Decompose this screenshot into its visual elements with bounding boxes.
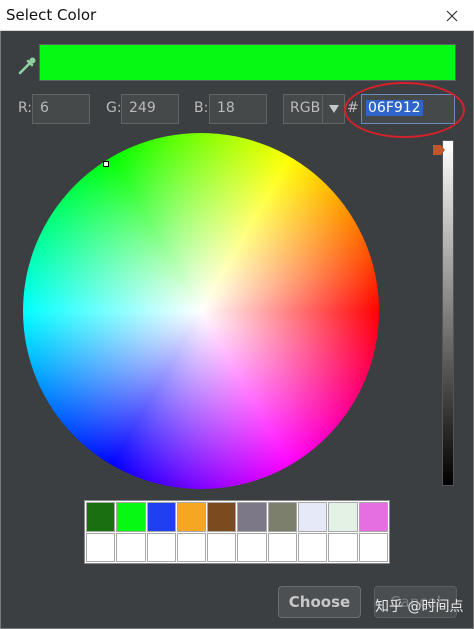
color-swatch[interactable] xyxy=(237,502,267,532)
recent-colors-palette xyxy=(84,500,390,564)
red-field[interactable]: 6 xyxy=(32,94,90,124)
color-swatch[interactable] xyxy=(207,532,237,562)
color-swatch[interactable] xyxy=(267,502,298,532)
color-swatch[interactable] xyxy=(146,502,176,532)
blue-label: B: xyxy=(194,100,209,116)
green-label: G: xyxy=(106,100,122,116)
eyedropper-button[interactable] xyxy=(15,54,39,78)
color-swatch[interactable] xyxy=(207,502,237,532)
color-swatch[interactable] xyxy=(116,532,146,562)
brightness-slider[interactable] xyxy=(442,140,454,486)
color-swatch[interactable] xyxy=(146,532,176,562)
watermark: 知乎 @时间点 xyxy=(375,599,464,615)
wheel-cursor[interactable] xyxy=(103,161,109,167)
color-swatch[interactable] xyxy=(176,502,207,532)
color-wheel[interactable] xyxy=(23,133,379,489)
color-mode-dropdown[interactable] xyxy=(322,95,344,123)
color-swatch[interactable] xyxy=(86,532,116,562)
color-swatch[interactable] xyxy=(267,532,298,562)
color-preview xyxy=(39,44,456,81)
green-field[interactable]: 249 xyxy=(121,94,179,124)
color-swatch[interactable] xyxy=(116,502,146,532)
color-mode-value: RGB xyxy=(290,100,321,116)
color-swatch[interactable] xyxy=(328,502,358,532)
hex-prefix: # xyxy=(347,100,359,116)
color-swatch[interactable] xyxy=(298,532,328,562)
color-swatch[interactable] xyxy=(86,502,116,532)
blue-field[interactable]: 18 xyxy=(209,94,267,124)
triangle-down-icon xyxy=(328,105,339,113)
color-swatch[interactable] xyxy=(328,532,358,562)
hex-field[interactable]: 06F912 xyxy=(361,94,455,124)
eyedropper-icon xyxy=(18,57,36,75)
brightness-thumb-icon xyxy=(433,145,445,155)
brightness-thumb[interactable] xyxy=(433,141,445,155)
color-swatch[interactable] xyxy=(298,502,328,532)
red-label: R: xyxy=(18,100,33,116)
color-mode-select[interactable]: RGB xyxy=(283,94,345,124)
color-swatch[interactable] xyxy=(358,532,388,562)
close-icon xyxy=(446,10,458,21)
choose-button[interactable]: Choose xyxy=(278,586,361,618)
hex-value: 06F912 xyxy=(366,100,423,116)
color-swatch[interactable] xyxy=(176,532,207,562)
color-swatch[interactable] xyxy=(358,502,388,532)
window-title: Select Color xyxy=(6,6,97,24)
title-bar: Select Color xyxy=(0,0,474,31)
color-swatch[interactable] xyxy=(237,532,267,562)
close-button[interactable] xyxy=(430,0,474,31)
